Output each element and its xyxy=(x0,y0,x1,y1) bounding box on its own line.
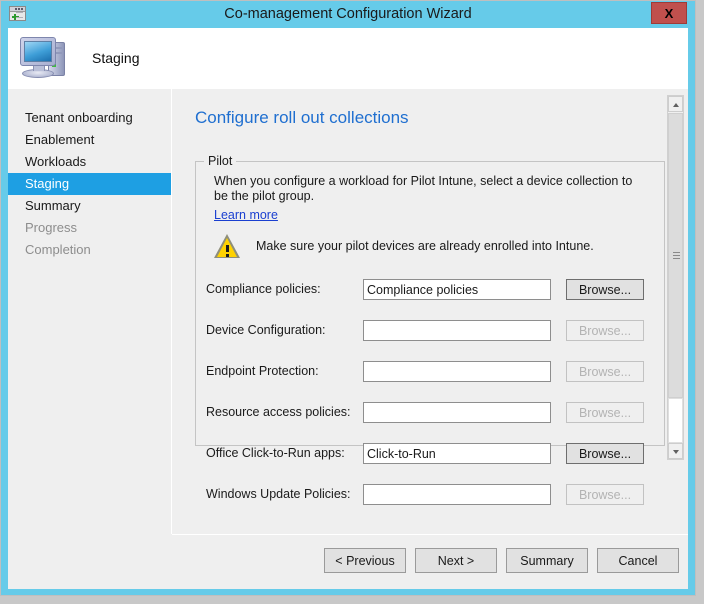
scrollbar-track[interactable] xyxy=(668,398,683,443)
learn-more-link[interactable]: Learn more xyxy=(214,208,278,222)
computer-icon xyxy=(18,33,72,83)
field-row-windows-update-policies: Windows Update Policies: Browse... xyxy=(206,484,656,505)
pilot-description: When you configure a workload for Pilot … xyxy=(214,174,644,204)
sidebar-item-staging[interactable]: Staging xyxy=(8,173,171,195)
field-input-compliance-policies[interactable] xyxy=(363,279,551,300)
next-button[interactable]: Next > xyxy=(415,548,497,573)
sidebar-item-workloads[interactable]: Workloads xyxy=(8,151,171,173)
browse-button-resource-access-policies: Browse... xyxy=(566,402,644,423)
content-scrollbar[interactable] xyxy=(667,95,684,460)
field-label-office-click-to-run: Office Click-to-Run apps: xyxy=(206,446,345,460)
sidebar-item-progress: Progress xyxy=(8,217,171,239)
browse-button-compliance-policies[interactable]: Browse... xyxy=(566,279,644,300)
field-input-resource-access-policies xyxy=(363,402,551,423)
field-row-compliance-policies: Compliance policies: Browse... xyxy=(206,279,656,300)
browse-button-windows-update-policies: Browse... xyxy=(566,484,644,505)
field-row-device-configuration: Device Configuration: Browse... xyxy=(206,320,656,341)
sidebar-item-enablement[interactable]: Enablement xyxy=(8,129,171,151)
field-label-compliance-policies: Compliance policies: xyxy=(206,282,321,296)
field-row-resource-access-policies: Resource access policies: Browse... xyxy=(206,402,656,423)
wizard-footer: < Previous Next > Summary Cancel xyxy=(172,535,688,589)
wizard-body: Tenant onboarding Enablement Workloads S… xyxy=(8,89,688,589)
content-pane: Configure roll out collections Pilot Whe… xyxy=(172,89,688,534)
page-title: Configure roll out collections xyxy=(195,108,409,128)
field-label-windows-update-policies: Windows Update Policies: xyxy=(206,487,351,501)
field-input-office-click-to-run[interactable] xyxy=(363,443,551,464)
sidebar-item-tenant-onboarding[interactable]: Tenant onboarding xyxy=(8,107,171,129)
cancel-button[interactable]: Cancel xyxy=(597,548,679,573)
window-title: Co-management Configuration Wizard xyxy=(1,1,695,28)
pilot-group-label: Pilot xyxy=(204,154,236,168)
field-input-device-configuration xyxy=(363,320,551,341)
header-title: Staging xyxy=(92,28,139,89)
field-label-device-configuration: Device Configuration: xyxy=(206,323,326,337)
wizard-sidebar: Tenant onboarding Enablement Workloads S… xyxy=(8,89,171,589)
field-input-endpoint-protection xyxy=(363,361,551,382)
field-label-resource-access-policies: Resource access policies: xyxy=(206,405,351,419)
summary-button[interactable]: Summary xyxy=(506,548,588,573)
scroll-down-button[interactable] xyxy=(668,443,683,459)
pilot-group-box: Pilot When you configure a workload for … xyxy=(195,161,665,446)
close-button[interactable]: X xyxy=(651,2,687,24)
warning-triangle-icon xyxy=(214,234,241,259)
field-label-endpoint-protection: Endpoint Protection: xyxy=(206,364,319,378)
browse-button-office-click-to-run[interactable]: Browse... xyxy=(566,443,644,464)
chevron-down-icon xyxy=(673,450,679,454)
wizard-window: Co-management Configuration Wizard X Sta… xyxy=(0,0,696,596)
scrollbar-thumb[interactable] xyxy=(668,113,683,398)
chevron-up-icon xyxy=(673,103,679,107)
title-bar: Co-management Configuration Wizard X xyxy=(1,1,695,28)
grip-icon xyxy=(673,252,680,260)
sidebar-item-summary[interactable]: Summary xyxy=(8,195,171,217)
scroll-up-button[interactable] xyxy=(668,96,683,112)
browse-button-endpoint-protection: Browse... xyxy=(566,361,644,382)
warning-text: Make sure your pilot devices are already… xyxy=(256,239,594,253)
field-row-office-click-to-run: Office Click-to-Run apps: Browse... xyxy=(206,443,656,464)
warning-row: Make sure your pilot devices are already… xyxy=(214,234,644,264)
sidebar-item-completion: Completion xyxy=(8,239,171,261)
wizard-header: Staging xyxy=(8,28,688,89)
browse-button-device-configuration: Browse... xyxy=(566,320,644,341)
previous-button[interactable]: < Previous xyxy=(324,548,406,573)
field-row-endpoint-protection: Endpoint Protection: Browse... xyxy=(206,361,656,382)
field-input-windows-update-policies xyxy=(363,484,551,505)
